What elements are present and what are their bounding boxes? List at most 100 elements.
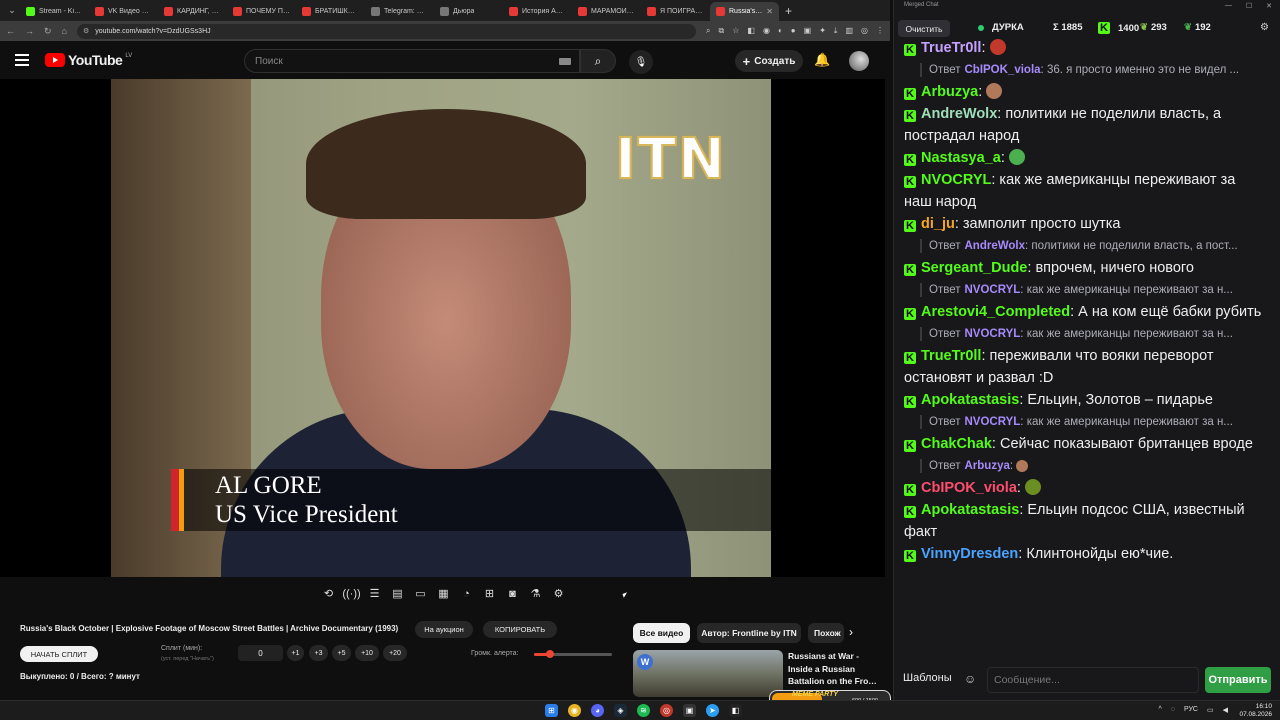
- chevron-right-icon[interactable]: ›: [849, 625, 853, 639]
- chat-username[interactable]: Nastasya_a: [921, 150, 1001, 166]
- back-icon[interactable]: ←: [6, 26, 15, 36]
- cinema-mode-icon[interactable]: ▦: [435, 585, 452, 602]
- related-video-title[interactable]: Russians at War - Inside a Russian Batta…: [788, 650, 878, 688]
- create-button[interactable]: + Создать: [735, 50, 803, 72]
- forward-icon[interactable]: →: [25, 26, 34, 36]
- tray-app-icon[interactable]: ◌: [1171, 706, 1175, 714]
- discord-icon[interactable]: ◕: [591, 704, 604, 717]
- extension-icon[interactable]: ●: [791, 26, 796, 36]
- steam-icon[interactable]: ◈: [614, 704, 627, 717]
- volume-icon[interactable]: ◀: [1223, 706, 1228, 714]
- notifications-bell-icon[interactable]: 🔔: [814, 52, 830, 68]
- chat-username[interactable]: NVOCRYL: [921, 172, 991, 188]
- minimize-icon[interactable]: —: [1225, 2, 1232, 10]
- start-split-button[interactable]: НАЧАТЬ СПЛИТ: [20, 646, 98, 662]
- menu-hamburger-icon[interactable]: [15, 54, 29, 66]
- picture-in-picture-icon[interactable]: ▭: [412, 585, 429, 602]
- browser-tab[interactable]: Telegram: V…: [365, 2, 434, 21]
- windows-start-icon[interactable]: ⊞: [545, 704, 558, 717]
- extension-icon[interactable]: ◧: [747, 26, 755, 36]
- increment-button[interactable]: +5: [332, 645, 351, 661]
- chat-username[interactable]: CbIPOK_viola: [921, 480, 1017, 496]
- spotify-icon[interactable]: ≋: [637, 704, 650, 717]
- emoji-smile-icon[interactable]: ☺: [964, 672, 976, 686]
- chat-username[interactable]: ChakChak: [921, 436, 992, 452]
- copy-button[interactable]: КОПИРОВАТЬ: [483, 621, 557, 638]
- search-button[interactable]: ⌕: [580, 49, 616, 73]
- telegram-icon[interactable]: ➤: [706, 704, 719, 717]
- user-avatar[interactable]: [849, 51, 869, 71]
- templates-button[interactable]: Шаблоны: [903, 672, 952, 684]
- network-icon[interactable]: ▭: [1207, 706, 1214, 714]
- site-info-icon[interactable]: ⚙: [83, 27, 89, 35]
- browser-tab[interactable]: МАРАМОЙ…: [572, 2, 641, 21]
- alert-volume-slider[interactable]: [534, 650, 612, 658]
- chip-all-videos[interactable]: Все видео: [633, 623, 690, 643]
- increment-button[interactable]: +3: [309, 645, 328, 661]
- share-icon[interactable]: ⧉: [719, 26, 725, 36]
- extension-icon[interactable]: ◉: [763, 26, 770, 36]
- split-minutes-input[interactable]: 0: [238, 645, 283, 661]
- voice-search-button[interactable]: 🎙: [629, 50, 653, 74]
- chat-username[interactable]: AndreWolx: [921, 106, 997, 122]
- browser-tab[interactable]: История Ар…: [503, 2, 572, 21]
- reply-username[interactable]: NVOCRYL: [964, 416, 1020, 428]
- browser-tab[interactable]: ПОЧЕМУ ПА…: [227, 2, 296, 21]
- increment-button[interactable]: +10: [355, 645, 379, 661]
- download-icon[interactable]: ⤓: [834, 26, 838, 36]
- screenshot-camera-icon[interactable]: ◙: [504, 585, 521, 602]
- chip-author[interactable]: Автор: Frontline by ITN: [697, 623, 801, 643]
- chat-username[interactable]: TrueTr0ll: [921, 348, 981, 364]
- browser-tab[interactable]: БРАТИШКИ…: [296, 2, 365, 21]
- chat-message-input[interactable]: Сообщение...: [987, 667, 1199, 693]
- taskbar-clock[interactable]: 16:10 07.08.2026: [1239, 703, 1272, 719]
- loop-icon[interactable]: ⟲: [320, 585, 337, 602]
- chrome-icon[interactable]: ◉: [568, 704, 581, 717]
- increment-button[interactable]: +1: [287, 645, 304, 661]
- clapperboard-icon[interactable]: ▤: [389, 585, 406, 602]
- close-icon[interactable]: ✕: [1266, 2, 1272, 10]
- clear-chat-button[interactable]: Очистить: [898, 20, 950, 37]
- puzzle-icon[interactable]: ✦: [819, 26, 826, 36]
- chat-username[interactable]: Arbuzya: [921, 84, 978, 100]
- flask-icon[interactable]: ⚗: [527, 585, 544, 602]
- bookmark-star-icon[interactable]: ☆: [732, 26, 739, 36]
- browser-tab[interactable]: Я ПОИГРАЛ…: [641, 2, 710, 21]
- address-bar[interactable]: ⚙ youtube.com/watch?v=DzdUGSs3HJ: [76, 23, 697, 39]
- speed-gauge-icon[interactable]: ◔: [458, 585, 475, 602]
- search-input[interactable]: Поиск: [244, 49, 580, 73]
- chat-settings-icon[interactable]: ⚙: [1260, 22, 1269, 33]
- profile-icon[interactable]: ◎: [861, 26, 868, 36]
- chat-username[interactable]: Arestovi4_Completed: [921, 304, 1070, 320]
- youtube-logo[interactable]: YouTube LV: [45, 52, 132, 68]
- video-frame[interactable]: ITN AL GORE US Vice President: [111, 79, 771, 577]
- reply-username[interactable]: NVOCRYL: [964, 328, 1020, 340]
- playlist-settings-icon[interactable]: ☰: [366, 585, 383, 602]
- browser-tab[interactable]: Дьюра: [434, 2, 503, 21]
- send-button[interactable]: Отправить: [1205, 667, 1271, 693]
- browser-tab[interactable]: КАРДИНГ, б…: [158, 2, 227, 21]
- browser-tab[interactable]: Stream - Ki…: [20, 2, 89, 21]
- video-player[interactable]: ITN AL GORE US Vice President: [0, 79, 885, 577]
- related-video-thumbnail[interactable]: W: [633, 650, 783, 697]
- tray-chevron-icon[interactable]: ^: [1158, 706, 1161, 714]
- maximize-icon[interactable]: ☐: [1246, 2, 1252, 10]
- home-icon[interactable]: ⌂: [62, 26, 67, 36]
- increment-button[interactable]: +20: [383, 645, 407, 661]
- chat-username[interactable]: TrueTr0ll: [921, 40, 981, 56]
- menu-kebab-icon[interactable]: ⋮: [876, 26, 884, 36]
- chat-username[interactable]: Sergeant_Dude: [921, 260, 1027, 276]
- tab-search-icon[interactable]: ⌄: [4, 3, 20, 19]
- app-icon[interactable]: ▣: [683, 704, 696, 717]
- chip-similar[interactable]: Похож: [808, 623, 844, 643]
- reply-username[interactable]: CbIPOK_viola: [964, 64, 1040, 76]
- settings-gear-icon[interactable]: ⚙: [550, 585, 567, 602]
- extension-icon[interactable]: ▣: [804, 26, 812, 36]
- browser-tab[interactable]: Russia's… ✕: [710, 2, 779, 21]
- alert-volume-handle[interactable]: [545, 650, 554, 658]
- tab-close-icon[interactable]: ✕: [766, 7, 773, 16]
- app-icon[interactable]: ◧: [729, 704, 742, 717]
- browser-tab[interactable]: VK Видео Li…: [89, 2, 158, 21]
- extension-icon[interactable]: ◐: [778, 26, 783, 36]
- broadcast-icon[interactable]: ((·)): [342, 585, 360, 602]
